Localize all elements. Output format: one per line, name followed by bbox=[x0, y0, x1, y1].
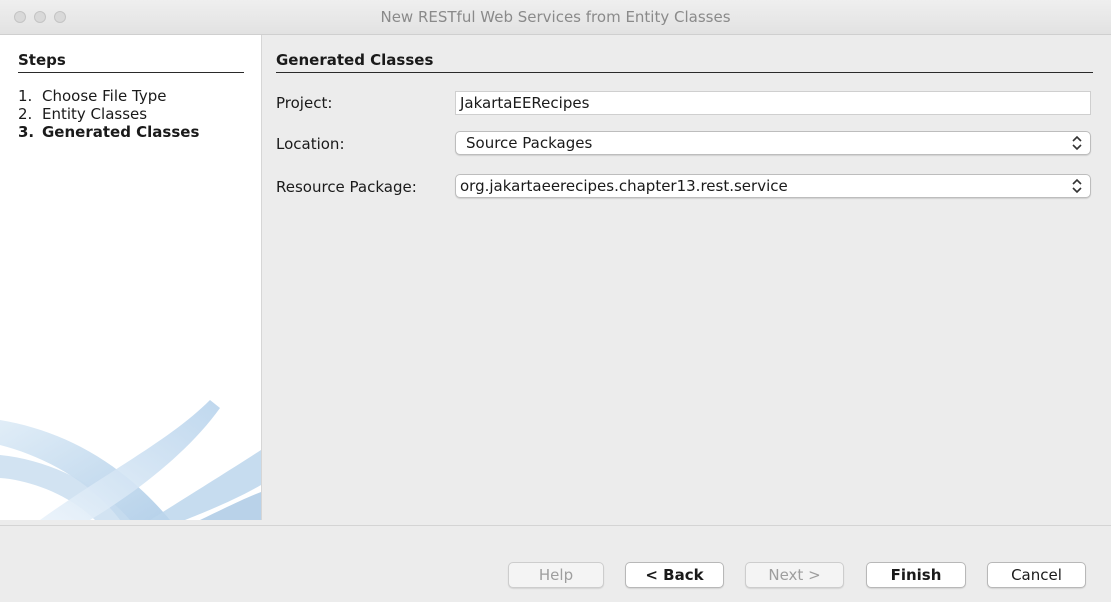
resource-package-value: org.jakartaeerecipes.chapter13.rest.serv… bbox=[460, 177, 788, 195]
resource-package-select[interactable]: org.jakartaeerecipes.chapter13.rest.serv… bbox=[455, 174, 1091, 198]
steps-sidebar: Steps 1. Choose File Type 2. Entity Clas… bbox=[0, 35, 262, 520]
chevron-updown-icon bbox=[1072, 178, 1082, 194]
title-bar: New RESTful Web Services from Entity Cla… bbox=[0, 0, 1111, 35]
main-panel: Generated Classes Project: JakartaEEReci… bbox=[262, 35, 1111, 520]
step-number: 3. bbox=[18, 123, 35, 141]
step-number: 2. bbox=[18, 105, 33, 123]
panel-title: Generated Classes bbox=[276, 51, 1093, 73]
step-label: Choose File Type bbox=[42, 87, 167, 105]
project-field[interactable]: JakartaEERecipes bbox=[455, 91, 1091, 115]
steps-header: Steps bbox=[18, 51, 244, 73]
wizard-window: New RESTful Web Services from Entity Cla… bbox=[0, 0, 1111, 602]
wizard-decoration-graphic bbox=[0, 400, 261, 520]
step-number: 1. bbox=[18, 87, 33, 105]
step-generated-classes: 3. Generated Classes bbox=[18, 123, 199, 141]
project-label: Project: bbox=[276, 94, 333, 112]
location-label: Location: bbox=[276, 135, 345, 153]
steps-list: 1. Choose File Type 2. Entity Classes 3.… bbox=[18, 87, 199, 141]
location-select[interactable]: Source Packages bbox=[455, 131, 1091, 155]
cancel-button[interactable]: Cancel bbox=[987, 562, 1086, 588]
step-choose-file-type: 1. Choose File Type bbox=[18, 87, 199, 105]
window-title: New RESTful Web Services from Entity Cla… bbox=[380, 8, 731, 26]
footer-divider bbox=[0, 525, 1111, 526]
step-label: Entity Classes bbox=[42, 105, 148, 123]
chevron-updown-icon bbox=[1072, 135, 1082, 151]
back-button[interactable]: < Back bbox=[625, 562, 724, 588]
finish-button[interactable]: Finish bbox=[866, 562, 966, 588]
help-button[interactable]: Help bbox=[508, 562, 604, 588]
step-entity-classes: 2. Entity Classes bbox=[18, 105, 199, 123]
resource-package-label: Resource Package: bbox=[276, 178, 417, 196]
next-button[interactable]: Next > bbox=[745, 562, 844, 588]
location-value: Source Packages bbox=[466, 134, 593, 152]
step-label: Generated Classes bbox=[42, 123, 200, 141]
